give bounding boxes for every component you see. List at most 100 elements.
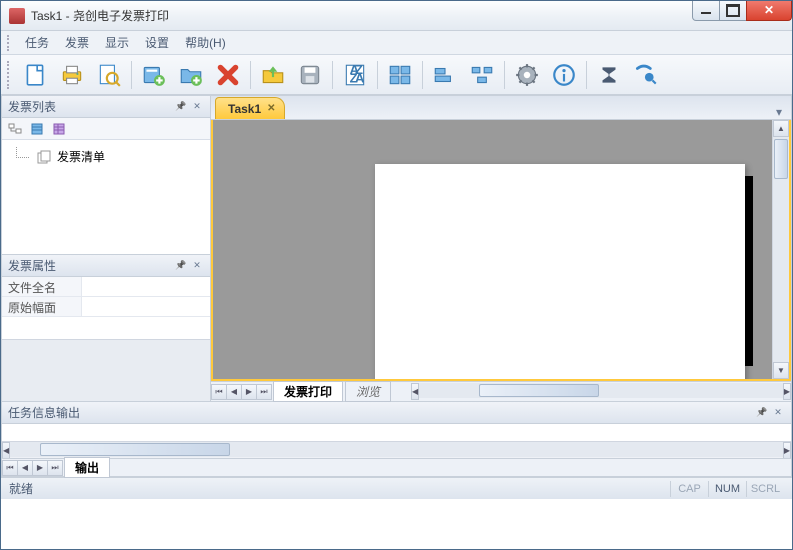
invoice-tree[interactable]: 发票清单 — [2, 140, 210, 254]
view-tree-button[interactable] — [6, 120, 24, 138]
tab-dropdown-icon[interactable]: ▾ — [771, 105, 787, 119]
pin-icon[interactable] — [755, 406, 769, 420]
status-text: 就绪 — [9, 480, 33, 497]
view-list-button[interactable] — [28, 120, 46, 138]
nav-next-button[interactable]: ▶ — [241, 384, 257, 400]
scrl-indicator: SCRL — [746, 481, 784, 497]
nav-prev-button[interactable]: ◀ — [226, 384, 242, 400]
view-detail-button[interactable] — [50, 120, 68, 138]
menu-task[interactable]: 任务 — [17, 31, 57, 54]
close-icon[interactable] — [190, 259, 204, 273]
sheet-nav: ⏮ ◀ ▶ ⏭ — [211, 384, 271, 400]
bottom-tab-browse[interactable]: 浏览 — [345, 381, 391, 402]
main-area: 发票列表 发票清单 发票属性 — [1, 95, 792, 402]
layout-grid-button[interactable] — [383, 58, 417, 92]
scroll-thumb[interactable] — [479, 384, 599, 397]
menu-help[interactable]: 帮助(H) — [177, 31, 234, 54]
distribute-button[interactable] — [465, 58, 499, 92]
align-button[interactable] — [428, 58, 462, 92]
document-tab[interactable]: Task1 ✕ — [215, 97, 285, 119]
props-description-area — [2, 339, 210, 402]
panel-header: 发票属性 — [2, 255, 210, 277]
title-bar: Task1 - 尧创电子发票打印 — [1, 1, 792, 31]
sigma-button[interactable] — [592, 58, 626, 92]
nav-next-button[interactable]: ▶ — [32, 460, 48, 476]
export-button[interactable] — [256, 58, 290, 92]
scroll-track[interactable] — [10, 442, 783, 457]
nav-first-button[interactable]: ⏮ — [2, 460, 18, 476]
status-bar: 就绪 CAP NUM SCRL — [1, 477, 792, 499]
delete-button[interactable] — [211, 58, 245, 92]
prop-value[interactable] — [82, 297, 210, 316]
grip-icon — [7, 35, 11, 51]
prop-row[interactable]: 文件全名 — [2, 277, 210, 297]
close-icon[interactable] — [190, 100, 204, 114]
scroll-left-button[interactable]: ◀ — [411, 383, 419, 400]
new-file-button[interactable] — [18, 58, 52, 92]
tab-label: Task1 — [228, 102, 261, 116]
menu-view[interactable]: 显示 — [97, 31, 137, 54]
page-shadow — [745, 176, 753, 366]
bottom-tab-print[interactable]: 发票打印 — [273, 381, 343, 402]
scroll-track[interactable] — [419, 383, 783, 398]
grip-icon — [7, 61, 11, 89]
window-controls — [693, 1, 792, 21]
caps-indicator: CAP — [670, 481, 708, 497]
scroll-right-button[interactable]: ▶ — [783, 383, 791, 400]
tree-item-label: 发票清单 — [57, 148, 105, 165]
add-task-button[interactable] — [137, 58, 171, 92]
minimize-button[interactable] — [692, 1, 720, 21]
settings-gear-button[interactable] — [510, 58, 544, 92]
document-tab-strip: Task1 ✕ ▾ — [211, 96, 791, 120]
menu-settings[interactable]: 设置 — [137, 31, 177, 54]
output-tab[interactable]: 输出 — [64, 457, 110, 478]
tree-item[interactable]: 发票清单 — [6, 146, 206, 167]
pin-icon[interactable] — [174, 100, 188, 114]
scroll-up-button[interactable]: ▲ — [773, 120, 789, 137]
scroll-right-button[interactable]: ▶ — [783, 442, 791, 459]
nav-last-button[interactable]: ⏭ — [47, 460, 63, 476]
search-button[interactable] — [629, 58, 663, 92]
panel-title: 发票属性 — [8, 257, 56, 274]
pin-icon[interactable] — [174, 259, 188, 273]
svg-text:A: A — [355, 70, 365, 85]
tab-close-icon[interactable]: ✕ — [267, 103, 275, 114]
save-button[interactable] — [293, 58, 327, 92]
documents-icon — [37, 150, 53, 164]
scroll-track[interactable] — [773, 137, 789, 362]
maximize-button[interactable] — [719, 1, 747, 21]
print-preview-button[interactable] — [92, 58, 126, 92]
scroll-left-button[interactable]: ◀ — [2, 442, 10, 459]
close-icon[interactable] — [771, 406, 785, 420]
prop-key: 文件全名 — [2, 277, 82, 296]
horizontal-scrollbar[interactable]: ◀ ▶ — [411, 383, 791, 400]
nav-prev-button[interactable]: ◀ — [17, 460, 33, 476]
nav-first-button[interactable]: ⏮ — [211, 384, 227, 400]
output-tab-strip: ⏮ ◀ ▶ ⏭ 输出 — [2, 458, 791, 476]
prop-row[interactable]: 原始幅面 — [2, 297, 210, 317]
list-toolbar — [2, 118, 210, 140]
print-button[interactable] — [55, 58, 89, 92]
panel-title: 任务信息输出 — [8, 404, 80, 421]
page-preview — [375, 164, 745, 379]
vertical-scrollbar[interactable]: ▲ ▼ — [772, 120, 789, 379]
scroll-thumb[interactable] — [774, 139, 788, 179]
prop-value[interactable] — [82, 277, 210, 296]
sort-button[interactable]: AZZA — [338, 58, 372, 92]
close-button[interactable] — [746, 1, 792, 21]
scroll-thumb[interactable] — [40, 443, 230, 456]
num-indicator: NUM — [708, 481, 746, 497]
output-panel: 任务信息输出 ◀ ▶ ⏮ ◀ ▶ ⏭ 输出 — [1, 402, 792, 477]
toolbar: AZZA — [1, 55, 792, 95]
menu-invoice[interactable]: 发票 — [57, 31, 97, 54]
output-horizontal-scrollbar[interactable]: ◀ ▶ — [2, 441, 791, 458]
left-sidebar: 发票列表 发票清单 发票属性 — [1, 95, 211, 402]
info-button[interactable] — [547, 58, 581, 92]
window-title: Task1 - 尧创电子发票打印 — [31, 7, 693, 24]
output-body[interactable] — [2, 424, 791, 441]
nav-last-button[interactable]: ⏭ — [256, 384, 272, 400]
scroll-down-button[interactable]: ▼ — [773, 362, 789, 379]
add-folder-button[interactable] — [174, 58, 208, 92]
document-canvas[interactable] — [213, 120, 772, 379]
panel-title: 发票列表 — [8, 98, 56, 115]
